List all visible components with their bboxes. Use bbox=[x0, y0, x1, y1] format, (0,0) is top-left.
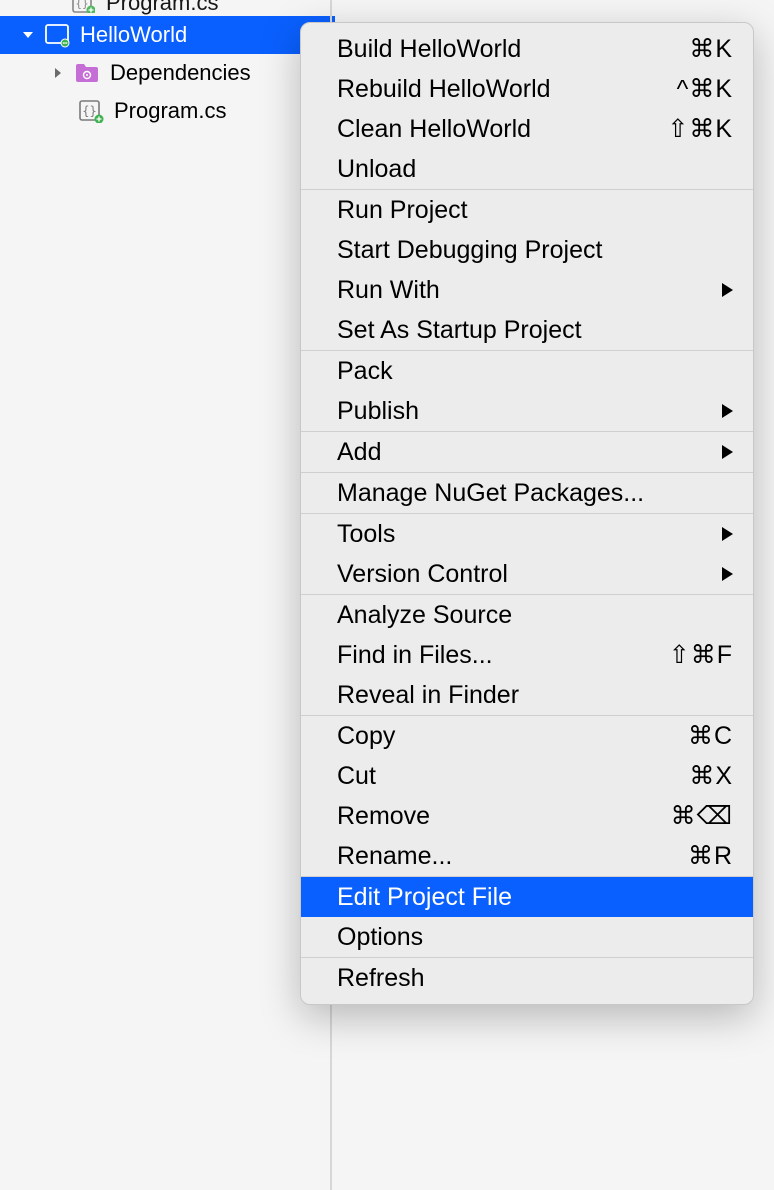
menu-label: Refresh bbox=[337, 960, 425, 996]
menu-label: Edit Project File bbox=[337, 879, 512, 915]
csharp-file-icon: {} bbox=[70, 0, 96, 16]
csharp-file-icon: {} bbox=[78, 98, 104, 124]
tree-item-program[interactable]: {} Program.cs bbox=[0, 92, 335, 130]
svg-text:{}: {} bbox=[82, 104, 96, 118]
menu-label: Rename... bbox=[337, 838, 452, 874]
menu-item-cut[interactable]: Cut ⌘X bbox=[301, 756, 753, 796]
menu-item-find-in-files[interactable]: Find in Files... ⇧⌘F bbox=[301, 635, 753, 675]
shortcut: ⇧⌘F bbox=[669, 637, 733, 673]
menu-item-run-project[interactable]: Run Project bbox=[301, 190, 753, 230]
tree-label: HelloWorld bbox=[80, 22, 187, 48]
tree-label: Program.cs bbox=[106, 0, 218, 16]
tree-item-project[interactable]: HelloWorld bbox=[0, 16, 335, 54]
menu-label: Copy bbox=[337, 718, 395, 754]
menu-label: Publish bbox=[337, 393, 419, 429]
menu-item-remove[interactable]: Remove ⌘⌫ bbox=[301, 796, 753, 836]
menu-item-start-debugging[interactable]: Start Debugging Project bbox=[301, 230, 753, 270]
menu-label: Version Control bbox=[337, 556, 508, 592]
menu-item-copy[interactable]: Copy ⌘C bbox=[301, 716, 753, 756]
menu-item-reveal-finder[interactable]: Reveal in Finder bbox=[301, 675, 753, 715]
shortcut: ⌘C bbox=[688, 718, 733, 754]
menu-label: Find in Files... bbox=[337, 637, 493, 673]
chevron-right-icon bbox=[50, 66, 66, 80]
shortcut: ⌘⌫ bbox=[671, 798, 733, 834]
submenu-arrow-icon bbox=[722, 283, 733, 297]
submenu-arrow-icon bbox=[722, 567, 733, 581]
project-tree-sidebar: {} Program.cs HelloWorld bbox=[0, 0, 335, 1190]
menu-label: Analyze Source bbox=[337, 597, 512, 633]
menu-item-nuget[interactable]: Manage NuGet Packages... bbox=[301, 473, 753, 513]
menu-item-analyze[interactable]: Analyze Source bbox=[301, 595, 753, 635]
menu-label: Run Project bbox=[337, 192, 468, 228]
menu-item-publish[interactable]: Publish bbox=[301, 391, 753, 431]
menu-item-set-startup[interactable]: Set As Startup Project bbox=[301, 310, 753, 350]
submenu-arrow-icon bbox=[722, 404, 733, 418]
folder-icon bbox=[74, 60, 100, 86]
menu-item-rename[interactable]: Rename... ⌘R bbox=[301, 836, 753, 876]
tree-item-cutoff[interactable]: {} Program.cs bbox=[0, 0, 335, 16]
menu-item-run-with[interactable]: Run With bbox=[301, 270, 753, 310]
menu-label: Cut bbox=[337, 758, 376, 794]
menu-item-unload[interactable]: Unload bbox=[301, 149, 753, 189]
tree-label: Dependencies bbox=[110, 60, 251, 86]
menu-item-rebuild[interactable]: Rebuild HelloWorld ^⌘K bbox=[301, 69, 753, 109]
shortcut: ⌘K bbox=[689, 31, 733, 67]
menu-label: Reveal in Finder bbox=[337, 677, 519, 713]
menu-item-pack[interactable]: Pack bbox=[301, 351, 753, 391]
menu-label: Tools bbox=[337, 516, 395, 552]
menu-item-build[interactable]: Build HelloWorld ⌘K bbox=[301, 29, 753, 69]
menu-item-edit-project-file[interactable]: Edit Project File bbox=[301, 877, 753, 917]
menu-label: Build HelloWorld bbox=[337, 31, 521, 67]
menu-label: Unload bbox=[337, 151, 416, 187]
shortcut: ⌘R bbox=[688, 838, 733, 874]
shortcut: ^⌘K bbox=[677, 71, 733, 107]
menu-label: Run With bbox=[337, 272, 440, 308]
context-menu: Build HelloWorld ⌘K Rebuild HelloWorld ^… bbox=[300, 22, 754, 1005]
menu-item-options[interactable]: Options bbox=[301, 917, 753, 957]
menu-label: Add bbox=[337, 434, 381, 470]
shortcut: ⌘X bbox=[689, 758, 733, 794]
tree-item-dependencies[interactable]: Dependencies bbox=[0, 54, 335, 92]
menu-label: Start Debugging Project bbox=[337, 232, 602, 268]
menu-label: Clean HelloWorld bbox=[337, 111, 531, 147]
menu-item-refresh[interactable]: Refresh bbox=[301, 958, 753, 998]
menu-label: Rebuild HelloWorld bbox=[337, 71, 551, 107]
menu-label: Options bbox=[337, 919, 423, 955]
submenu-arrow-icon bbox=[722, 445, 733, 459]
menu-label: Set As Startup Project bbox=[337, 312, 582, 348]
project-icon bbox=[44, 22, 70, 48]
menu-item-version-control[interactable]: Version Control bbox=[301, 554, 753, 594]
menu-label: Remove bbox=[337, 798, 430, 834]
submenu-arrow-icon bbox=[722, 527, 733, 541]
shortcut: ⇧⌘K bbox=[667, 111, 733, 147]
chevron-down-icon bbox=[20, 28, 36, 42]
menu-label: Manage NuGet Packages... bbox=[337, 475, 644, 511]
menu-label: Pack bbox=[337, 353, 393, 389]
menu-item-add[interactable]: Add bbox=[301, 432, 753, 472]
tree-label: Program.cs bbox=[114, 98, 226, 124]
svg-text:{}: {} bbox=[75, 0, 88, 10]
menu-item-tools[interactable]: Tools bbox=[301, 514, 753, 554]
menu-item-clean[interactable]: Clean HelloWorld ⇧⌘K bbox=[301, 109, 753, 149]
